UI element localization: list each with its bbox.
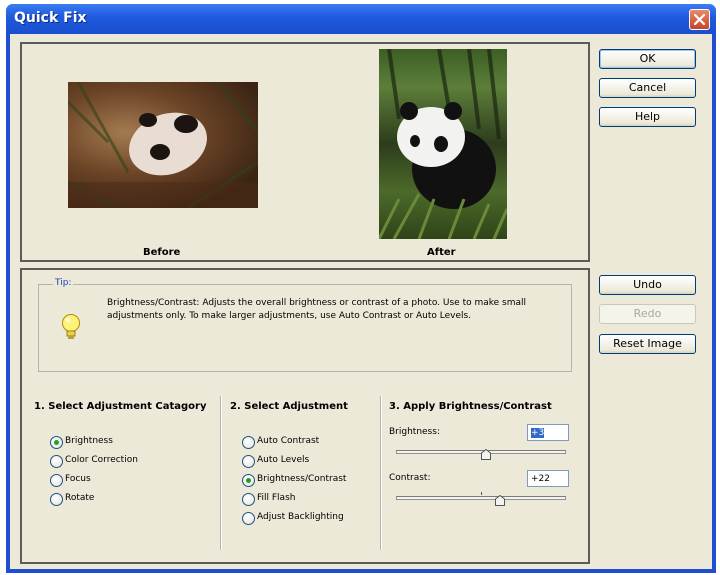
preview-panel: Before After bbox=[20, 42, 590, 262]
radio-label: Auto Levels bbox=[257, 455, 310, 465]
window-title: Quick Fix bbox=[14, 10, 87, 26]
radio-label: Rotate bbox=[65, 493, 95, 503]
lightbulb-icon bbox=[62, 314, 80, 339]
slider-thumb-icon[interactable] bbox=[494, 495, 505, 506]
radio-label: Color Correction bbox=[65, 455, 138, 465]
ok-button[interactable]: OK bbox=[599, 49, 696, 69]
radio-button[interactable] bbox=[50, 436, 63, 449]
slider-center-tick bbox=[481, 492, 482, 495]
title-bar[interactable]: Quick Fix bbox=[6, 4, 716, 34]
contrast-value: +22 bbox=[531, 474, 550, 484]
radio-button[interactable] bbox=[50, 493, 63, 506]
radio-button[interactable] bbox=[242, 512, 255, 525]
column-divider bbox=[380, 396, 382, 550]
close-button[interactable] bbox=[689, 9, 710, 30]
tip-group: Tip: Brightness/Contrast: Adjusts the ov… bbox=[38, 278, 572, 372]
cancel-button[interactable]: Cancel bbox=[599, 78, 696, 98]
brightness-value: +3 bbox=[531, 428, 545, 438]
radio-label: Adjust Backlighting bbox=[257, 512, 344, 522]
radio-label: Fill Flash bbox=[257, 493, 296, 503]
radio-button[interactable] bbox=[50, 455, 63, 468]
quick-fix-window: Quick Fix Before After Tip: Brightness/C… bbox=[6, 4, 716, 573]
contrast-slider-track[interactable] bbox=[396, 496, 566, 500]
help-button[interactable]: Help bbox=[599, 107, 696, 127]
adjustment-heading: 2. Select Adjustment bbox=[230, 401, 348, 412]
undo-button[interactable]: Undo bbox=[599, 275, 696, 295]
category-heading: 1. Select Adjustment Catagory bbox=[34, 401, 207, 412]
redo-button[interactable]: Redo bbox=[599, 304, 696, 324]
after-label: After bbox=[427, 247, 456, 258]
radio-label: Brightness/Contrast bbox=[257, 474, 347, 484]
close-icon bbox=[694, 14, 705, 25]
radio-label: Focus bbox=[65, 474, 91, 484]
radio-button[interactable] bbox=[242, 474, 255, 487]
contrast-label: Contrast: bbox=[389, 473, 431, 483]
column-divider bbox=[220, 396, 222, 550]
reset-image-button[interactable]: Reset Image bbox=[599, 334, 696, 354]
radio-button[interactable] bbox=[50, 474, 63, 487]
dialog-client: Before After Tip: Brightness/Contrast: A… bbox=[10, 34, 712, 569]
tip-text: Brightness/Contrast: Adjusts the overall… bbox=[107, 298, 527, 321]
slider-thumb-icon[interactable] bbox=[481, 449, 492, 460]
brightness-label: Brightness: bbox=[389, 427, 440, 437]
brightness-value-field[interactable]: +3 bbox=[527, 424, 569, 441]
after-photo bbox=[379, 49, 507, 239]
radio-button[interactable] bbox=[242, 455, 255, 468]
radio-label: Brightness bbox=[65, 436, 113, 446]
contrast-value-field[interactable]: +22 bbox=[527, 470, 569, 487]
radio-button[interactable] bbox=[242, 436, 255, 449]
apply-heading: 3. Apply Brightness/Contrast bbox=[389, 401, 552, 412]
before-photo bbox=[68, 82, 258, 208]
controls-panel: Tip: Brightness/Contrast: Adjusts the ov… bbox=[20, 268, 590, 564]
radio-button[interactable] bbox=[242, 493, 255, 506]
tip-label: Tip: bbox=[53, 278, 74, 288]
before-label: Before bbox=[143, 247, 181, 258]
radio-label: Auto Contrast bbox=[257, 436, 320, 446]
